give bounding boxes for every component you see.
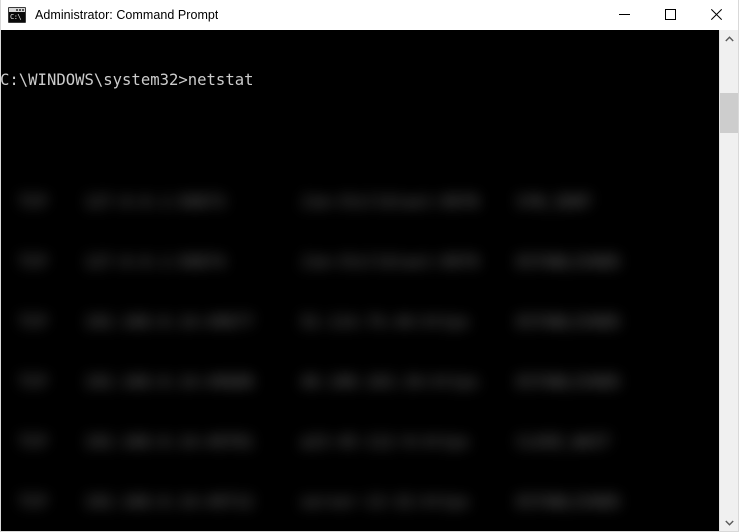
title-bar[interactable]: C:\ Administrator: Command Prompt <box>0 0 739 30</box>
blurred-line: TCP 192.168.0.14:49701 a23-45-112-9:http… <box>0 433 611 451</box>
close-icon <box>710 9 722 20</box>
blurred-console-lines: TCP 127.0.0.1:56873 Jim-Chillblast:9978 … <box>0 152 719 532</box>
blurred-line: TCP 127.0.0.1:56873 Jim-Chillblast:9978 … <box>0 193 592 211</box>
title-bar-left: C:\ Administrator: Command Prompt <box>0 0 601 29</box>
window-title: Administrator: Command Prompt <box>35 7 219 22</box>
command-prompt-icon-text: C:\ <box>10 12 22 21</box>
minimize-button[interactable] <box>601 0 647 30</box>
scroll-up-button[interactable] <box>720 30 739 48</box>
window-controls <box>601 0 739 30</box>
blurred-line: TCP 192.168.0.14:49677 52.114.74.44:http… <box>0 313 620 331</box>
blurred-line: TCP 192.168.0.14:49712 server-13-32:http… <box>0 493 620 511</box>
maximize-button[interactable] <box>647 0 693 30</box>
chevron-down-icon <box>725 520 734 526</box>
chevron-up-icon <box>725 36 734 42</box>
scrollbar-thumb[interactable] <box>720 93 739 133</box>
blurred-line: TCP 127.0.0.1:56874 Jim-Chillblast:9979 … <box>0 253 620 271</box>
scroll-down-button[interactable] <box>720 514 739 532</box>
maximize-icon <box>664 9 676 20</box>
console-prompt-line: C:\WINDOWS\system32>netstat <box>0 71 254 89</box>
minimize-icon <box>618 14 630 15</box>
close-button[interactable] <box>693 0 739 30</box>
command-prompt-icon: C:\ <box>8 6 26 23</box>
blurred-line: TCP 192.168.0.14:49688 40.100.163.34:htt… <box>0 373 620 391</box>
vertical-scrollbar[interactable] <box>719 30 739 532</box>
console-output-area[interactable]: C:\WINDOWS\system32>netstat Active Conne… <box>0 30 739 532</box>
blurred-console-output: TCP 127.0.0.1:56873 Jim-Chillblast:9978 … <box>0 152 719 532</box>
command-prompt-window: C:\ Administrator: Command Prompt C:\WIN… <box>0 0 739 532</box>
